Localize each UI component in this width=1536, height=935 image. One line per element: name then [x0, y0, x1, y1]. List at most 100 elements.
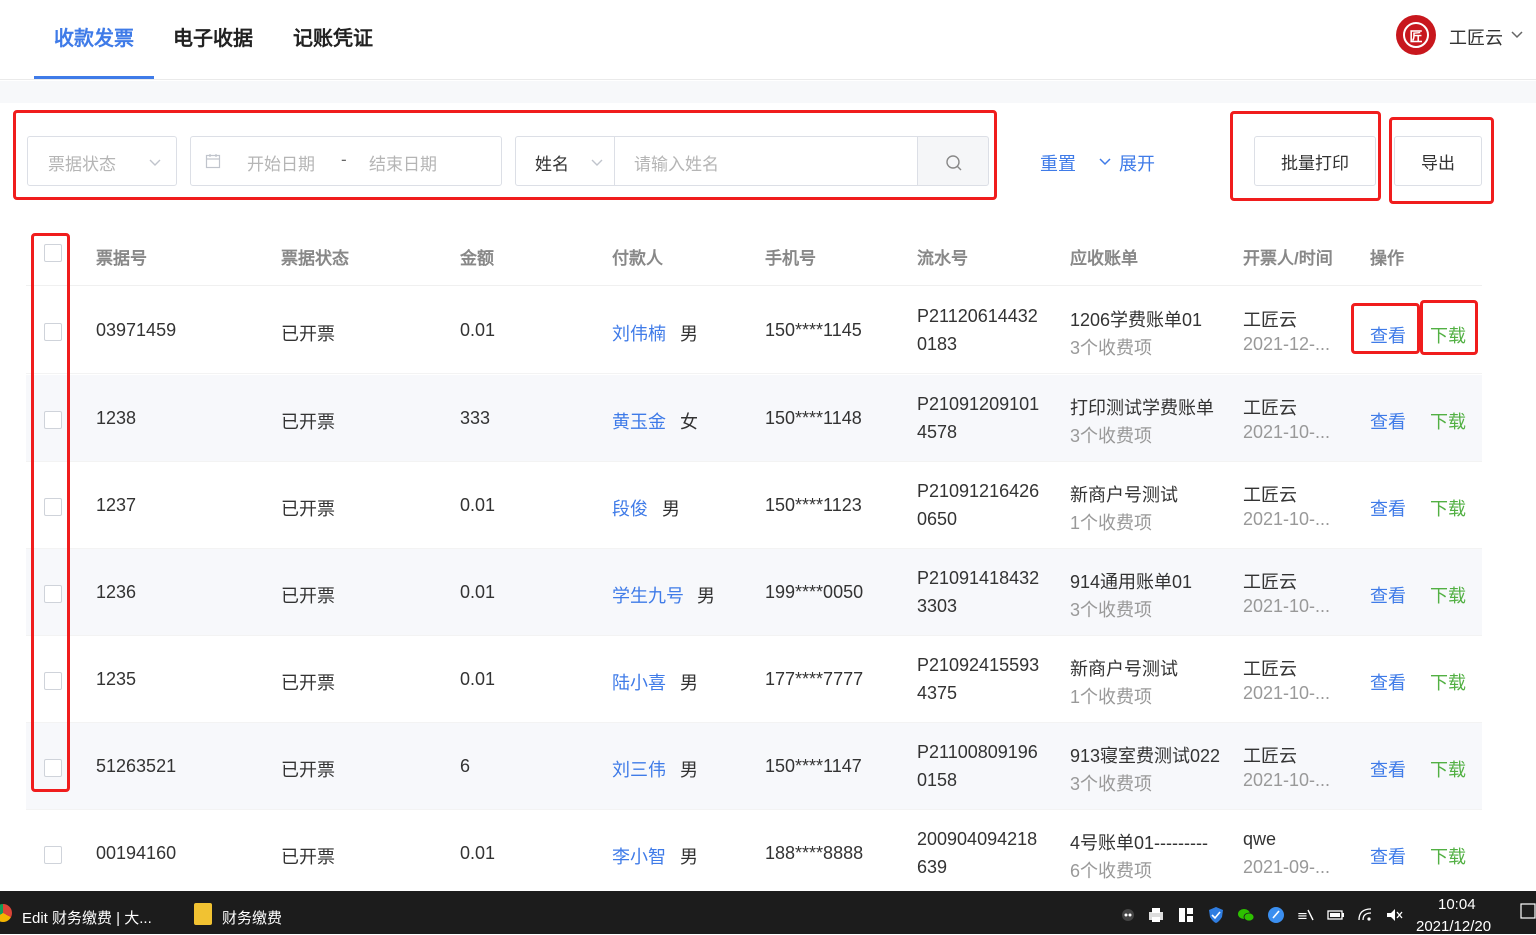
phone: 199****0050 — [765, 582, 864, 602]
chevron-down-icon — [591, 159, 603, 166]
serial-line1: P21120614432 — [917, 306, 1038, 326]
ticket-status: 已开票 — [281, 586, 335, 606]
start-date-input[interactable]: 开始日期 — [247, 150, 315, 175]
table-row: 1235 已开票 0.01 陆小喜 男 177****7777 P2109241… — [26, 636, 1482, 723]
view-link[interactable]: 查看 — [1370, 322, 1406, 348]
account-name[interactable]: 工匠云 — [1449, 24, 1503, 50]
clock-time[interactable]: 10:04 — [1438, 896, 1476, 913]
issuer: qwe — [1243, 829, 1277, 849]
issuer: 工匠云 — [1243, 572, 1297, 592]
payer-link[interactable]: 学生九号 — [612, 582, 684, 608]
row-checkbox[interactable] — [44, 411, 62, 429]
wechat-icon[interactable] — [1237, 906, 1255, 924]
shield-icon[interactable] — [1207, 906, 1225, 924]
serial-line2: 0158 — [917, 770, 958, 790]
payer-link[interactable]: 陆小喜 — [612, 669, 666, 695]
end-date-input[interactable]: 结束日期 — [369, 150, 437, 175]
view-link[interactable]: 查看 — [1370, 582, 1406, 608]
table-row: 51263521 已开票 6 刘三伟 男 150****1147 P211008… — [26, 723, 1482, 810]
download-link[interactable]: 下载 — [1430, 582, 1466, 608]
payer-link[interactable]: 段俊 — [612, 495, 648, 521]
payer-link[interactable]: 刘伟楠 — [612, 320, 666, 346]
battery-icon[interactable] — [1327, 906, 1345, 924]
search-field-value: 姓名 — [535, 155, 569, 174]
export-button[interactable]: 导出 — [1394, 136, 1482, 186]
tab-invoice[interactable]: 收款发票 — [54, 22, 134, 80]
view-link[interactable]: 查看 — [1370, 408, 1406, 434]
serial-line2: 4578 — [917, 422, 958, 442]
select-all-checkbox[interactable] — [44, 244, 62, 262]
view-link[interactable]: 查看 — [1370, 843, 1406, 869]
issue-time: 2021-10-... — [1243, 770, 1331, 790]
view-link[interactable]: 查看 — [1370, 495, 1406, 521]
issue-time: 2021-10-... — [1243, 596, 1331, 616]
printer-icon[interactable] — [1147, 906, 1165, 924]
view-link[interactable]: 查看 — [1370, 756, 1406, 782]
row-checkbox[interactable] — [44, 846, 62, 864]
status-select[interactable]: 票据状态 — [27, 136, 177, 186]
search-button[interactable] — [917, 136, 989, 186]
folder-icon[interactable] — [194, 903, 212, 925]
table-row: 1237 已开票 0.01 段俊 男 150****1123 P21091216… — [26, 462, 1482, 549]
header-serial: 流水号 — [917, 249, 968, 268]
header-phone: 手机号 — [765, 249, 816, 268]
row-checkbox[interactable] — [44, 323, 62, 341]
search-field-select[interactable]: 姓名 — [515, 136, 615, 186]
download-link[interactable]: 下载 — [1430, 669, 1466, 695]
row-checkbox[interactable] — [44, 672, 62, 690]
download-link[interactable]: 下载 — [1430, 322, 1466, 348]
row-checkbox[interactable] — [44, 585, 62, 603]
download-link[interactable]: 下载 — [1430, 756, 1466, 782]
header-bill: 应收账单 — [1070, 249, 1138, 268]
ticket-status: 已开票 — [281, 673, 335, 693]
wifi-icon[interactable] — [1357, 906, 1375, 924]
input-method-icon[interactable]: ≡ — [1297, 906, 1315, 924]
download-link[interactable]: 下载 — [1430, 408, 1466, 434]
tab-voucher[interactable]: 记账凭证 — [293, 22, 373, 80]
payer-link[interactable]: 黄玉金 — [612, 408, 666, 434]
download-link[interactable]: 下载 — [1430, 843, 1466, 869]
chevron-down-icon[interactable] — [1097, 153, 1113, 169]
app-grid-icon[interactable] — [1177, 906, 1195, 924]
download-link[interactable]: 下载 — [1430, 495, 1466, 521]
date-range-picker[interactable]: 开始日期 - 结束日期 — [190, 136, 502, 186]
chevron-down-icon[interactable] — [1509, 26, 1525, 42]
reset-link[interactable]: 重置 — [1040, 150, 1076, 176]
notification-icon[interactable] — [1520, 902, 1536, 922]
feather-icon[interactable] — [1267, 906, 1285, 924]
brand-logo[interactable]: 匠 — [1396, 15, 1436, 55]
bill-name: 913寝室费测试022 — [1070, 746, 1221, 766]
table-row: 1238 已开票 333 黄玉金 女 150****1148 P21091209… — [26, 375, 1482, 462]
amount: 0.01 — [460, 320, 496, 340]
bill-items: 1个收费项 — [1070, 687, 1153, 707]
batch-print-button[interactable]: 批量打印 — [1254, 136, 1376, 186]
amount: 0.01 — [460, 495, 496, 515]
payer-link[interactable]: 李小智 — [612, 843, 666, 869]
amount: 333 — [460, 408, 491, 428]
issuer: 工匠云 — [1243, 398, 1297, 418]
chevron-down-icon — [149, 159, 161, 166]
tab-e-receipt[interactable]: 电子收据 — [173, 22, 253, 80]
payer-link[interactable]: 刘三伟 — [612, 756, 666, 782]
serial-line2: 0650 — [917, 509, 958, 529]
clock-date[interactable]: 2021/12/20 — [1416, 918, 1491, 935]
view-link[interactable]: 查看 — [1370, 669, 1406, 695]
row-checkbox[interactable] — [44, 759, 62, 777]
name-search-input[interactable]: 请输入姓名 — [614, 136, 918, 186]
expand-link[interactable]: 展开 — [1119, 150, 1155, 176]
chrome-icon[interactable] — [0, 904, 12, 922]
taskbar-app-browser[interactable]: Edit 财务缴费 | 大... — [22, 907, 152, 928]
issue-time: 2021-10-... — [1243, 509, 1331, 529]
serial-line1: P21092415593 — [917, 655, 1040, 675]
header-payer: 付款人 — [612, 249, 663, 268]
header-status: 票据状态 — [281, 249, 349, 268]
serial-line1: P21100809196 — [917, 742, 1038, 762]
bill-items: 1个收费项 — [1070, 513, 1153, 533]
wechat-work-icon[interactable] — [1119, 906, 1137, 924]
taskbar-app-folder[interactable]: 财务缴费 — [222, 907, 282, 928]
row-checkbox[interactable] — [44, 498, 62, 516]
header-issuer-time: 开票人/时间 — [1243, 249, 1333, 268]
payer-gender: 男 — [662, 499, 680, 519]
table-row: 03971459 已开票 0.01 刘伟楠 男 150****1145 P211… — [26, 287, 1482, 374]
volume-muted-icon[interactable] — [1385, 906, 1403, 924]
